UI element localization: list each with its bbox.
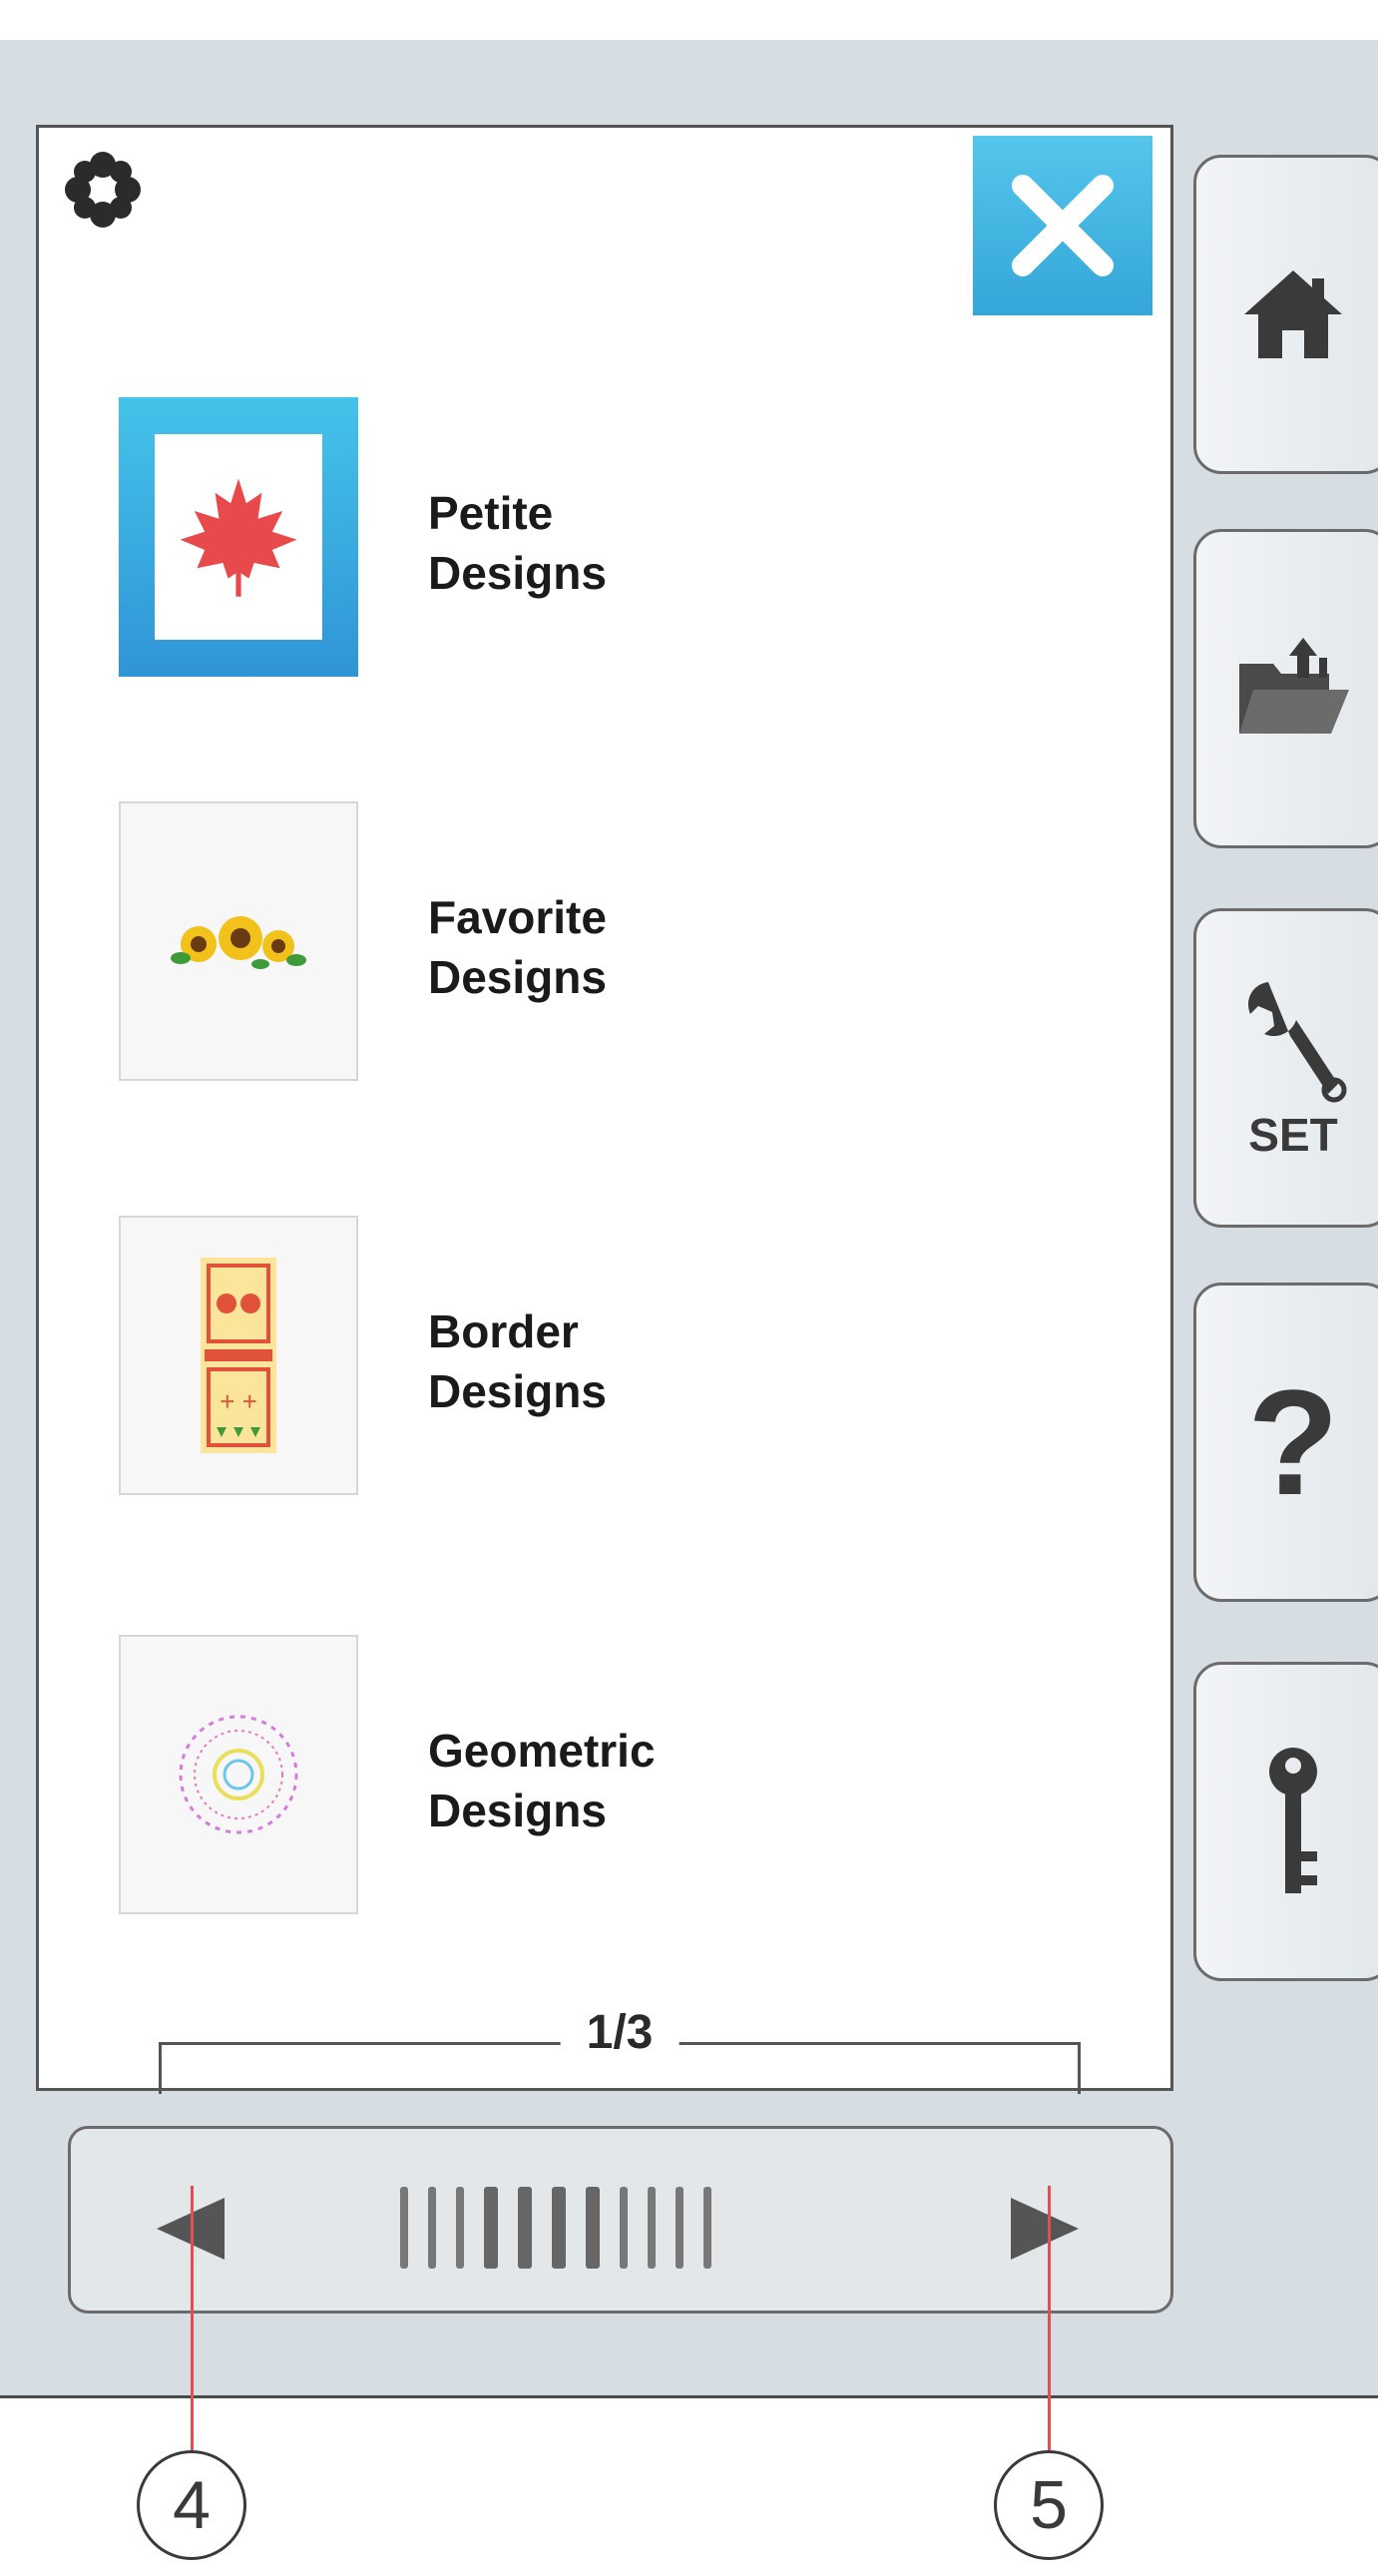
callout-line-right	[1048, 2186, 1051, 2450]
callout-marker-left: 4	[137, 2450, 246, 2560]
category-petite-designs[interactable]: Petite Designs	[119, 397, 1117, 687]
category-label: Border Designs	[428, 1305, 607, 1417]
callout-marker-right: 5	[994, 2450, 1104, 2560]
home-icon	[1244, 270, 1342, 358]
page-indicator: 1/3	[159, 2005, 1081, 2094]
design-category-panel: Petite Designs Favorite Designs + + Bord…	[36, 125, 1173, 2094]
open-file-button[interactable]	[1193, 529, 1378, 848]
settings-button[interactable]: SET	[1193, 908, 1378, 1228]
arrow-right-icon	[1011, 2198, 1079, 2260]
category-label: Geometric Designs	[428, 1725, 656, 1836]
page-number: 1/3	[560, 2005, 680, 2060]
machine-screen: Petite Designs Favorite Designs + + Bord…	[0, 40, 1378, 2398]
page-scroll-bar	[68, 2126, 1173, 2314]
callout-line-left	[191, 2186, 194, 2450]
category-favorite-designs[interactable]: Favorite Designs	[119, 801, 1117, 1091]
close-icon	[1012, 175, 1114, 276]
flower-icon	[65, 152, 141, 228]
next-page-button[interactable]	[995, 2179, 1095, 2279]
svg-text:+ +: + +	[220, 1386, 257, 1416]
lock-button[interactable]	[1193, 1662, 1378, 1981]
border-pattern-icon: + +	[201, 1258, 276, 1453]
category-border-designs[interactable]: + + Border Designs	[119, 1216, 1117, 1505]
geometric-circle-icon	[179, 1715, 298, 1834]
close-button[interactable]	[973, 136, 1152, 315]
geometric-designs-thumbnail	[119, 1635, 358, 1914]
border-designs-thumbnail: + +	[119, 1216, 358, 1495]
wrench-icon	[1248, 982, 1347, 1103]
help-button[interactable]: ?	[1193, 1283, 1378, 1602]
category-label: Petite Designs	[428, 487, 607, 599]
question-icon: ?	[1247, 1358, 1339, 1526]
home-button[interactable]	[1193, 155, 1378, 474]
category-label: Favorite Designs	[428, 891, 607, 1003]
category-geometric-designs[interactable]: Geometric Designs	[119, 1635, 1117, 1924]
set-label: SET	[1248, 1109, 1338, 1161]
key-icon	[1269, 1748, 1317, 1893]
sunflower-icon	[171, 916, 306, 969]
maple-leaf-icon	[180, 478, 297, 597]
folder-upload-icon	[1239, 638, 1349, 734]
favorite-designs-thumbnail	[119, 801, 358, 1081]
petite-designs-thumbnail	[119, 397, 358, 677]
page-scroll-track[interactable]	[400, 2187, 711, 2269]
